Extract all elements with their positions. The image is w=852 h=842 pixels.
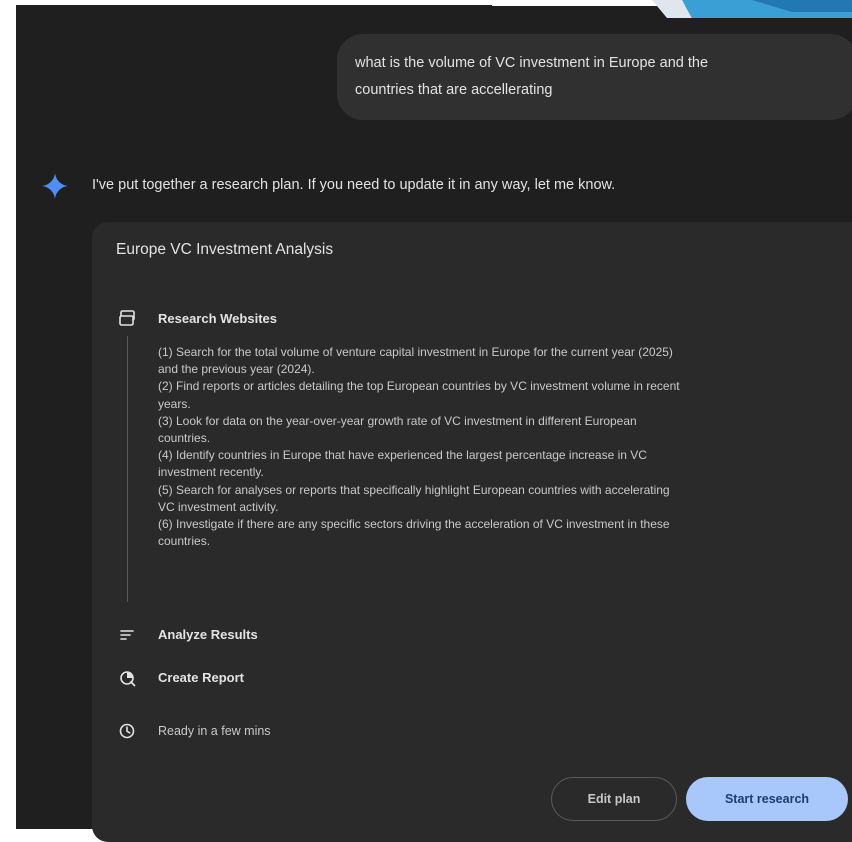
step-label-research-websites: Research Websites [158,311,277,326]
edit-plan-button[interactable]: Edit plan [551,777,677,821]
ready-estimate-text: Ready in a few mins [158,724,271,738]
clock-icon [119,723,135,739]
plan-title: Europe VC Investment Analysis [116,241,334,258]
research-step-line: (5) Search for analyses or reports that … [158,482,670,497]
research-step-line: (6) Investigate if there are any specifi… [158,517,670,532]
research-step-line: years. [158,396,191,411]
research-step-line: (4) Identify countries in Europe that ha… [158,448,647,463]
research-step-line: and the previous year (2024). [158,362,315,377]
timeline-line [127,336,128,602]
user-message-line-1: what is the volume of VC investment in E… [355,55,709,71]
step-label-create-report: Create Report [158,670,244,685]
research-step-line: countries. [158,431,211,446]
research-step-line: (3) Look for data on the year-over-year … [158,413,637,428]
gemini-sparkle-icon [42,173,68,199]
research-step-line: (1) Search for the total volume of ventu… [158,345,673,359]
assistant-intro-text: I've put together a research plan. If yo… [92,177,616,193]
user-message-bubble: what is the volume of VC investment in E… [337,34,852,120]
user-message-line-2: countries that are accellerating [355,82,553,98]
research-steps-list: (1) Search for the total volume of ventu… [158,344,842,550]
research-step-line: investment recently. [158,465,264,480]
step-label-analyze-results: Analyze Results [158,627,258,642]
start-research-button[interactable]: Start research [686,777,848,821]
research-step-line: VC investment activity. [158,499,279,514]
create-report-icon [120,671,136,687]
research-step-line: (2) Find reports or articles detailing t… [158,379,680,394]
research-websites-icon [119,310,135,326]
research-step-line: countries. [158,534,211,549]
analyze-results-icon [120,630,134,640]
